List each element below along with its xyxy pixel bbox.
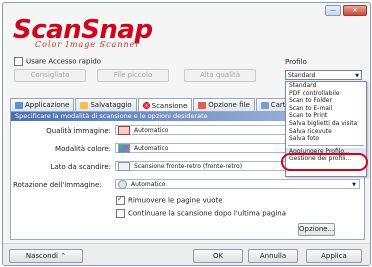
image-quality-label: Qualità immagine: <box>46 127 111 135</box>
ok-button[interactable]: OK <box>193 249 243 263</box>
continue-scan-label: Continuare la scansione dopo l'ultima pa… <box>128 209 287 218</box>
color-icon <box>118 144 130 153</box>
quick-access-label: Usare Accesso rapido <box>26 57 102 66</box>
scansnap-settings-window: — ✕ ScanSnap Color Image Scanner Usare A… <box>2 2 371 266</box>
recommended-button[interactable]: Consigliato <box>14 69 86 82</box>
checkbox-icon[interactable] <box>116 209 125 218</box>
rotate-icon <box>118 180 127 189</box>
profile-select[interactable]: Standard ▼ <box>285 70 362 80</box>
color-mode-label: Modalità colore: <box>55 145 111 153</box>
dropdown-item[interactable]: Scan to Folder <box>286 97 366 105</box>
dropdown-item[interactable]: Scan to E-mail <box>286 105 366 113</box>
window-controls: — ✕ <box>325 5 367 16</box>
profile-label: Profilo <box>285 58 307 66</box>
dropdown-item[interactable]: Salva ricevute <box>286 128 366 136</box>
quick-access-checkbox[interactable]: Usare Accesso rapido <box>14 57 101 66</box>
paper-icon <box>260 101 269 109</box>
tab-label: Opzione file <box>208 101 250 109</box>
tab-applicazione[interactable]: Applicazione <box>10 98 75 111</box>
tab-scansione[interactable]: Scansione <box>137 98 193 112</box>
application-icon <box>15 101 23 109</box>
image-quality-select[interactable]: Automatico <box>115 125 289 135</box>
settings-tabs: Applicazione Salvataggio Scansione Opzio… <box>10 98 296 112</box>
hide-button[interactable]: Nascondi ⌃ <box>9 249 83 263</box>
close-button[interactable]: ✕ <box>343 5 367 16</box>
dropdown-item[interactable]: Scan to Print <box>286 112 366 120</box>
options-button[interactable]: Opzione... <box>298 223 335 236</box>
tab-opzione-file[interactable]: Opzione file <box>193 98 255 111</box>
dropdown-separator <box>288 144 364 146</box>
color-mode-select[interactable]: Automatico <box>115 143 289 153</box>
scan-side-label: Lato da scandire: <box>50 163 111 171</box>
profile-select-value: Standard <box>288 72 316 79</box>
apply-button[interactable]: Applica <box>306 249 362 263</box>
logo-subtitle: Color Image Scanner <box>35 40 141 49</box>
chevron-down-icon: ▼ <box>352 182 356 188</box>
scansnap-logo: ScanSnap Color Image Scanner <box>13 17 153 49</box>
tab-salvataggio[interactable]: Salvataggio <box>75 98 137 111</box>
checkbox-checked-icon[interactable] <box>116 195 125 205</box>
pdf-file-icon <box>198 101 207 109</box>
image-quality-value: Automatico <box>134 127 169 134</box>
remove-blank-pages-label: Rimuovere le pagine vuote <box>128 196 223 205</box>
tab-label: Applicazione <box>25 101 70 109</box>
rotation-value: Automatico <box>131 181 166 188</box>
high-quality-button[interactable]: Alta qualità <box>184 69 256 82</box>
dropdown-item[interactable]: Salva biglietti da visita <box>286 120 366 128</box>
hide-label: Nascondi <box>25 252 59 260</box>
remove-blank-pages-checkbox[interactable]: Rimuovere le pagine vuote <box>116 195 223 205</box>
chevron-down-icon: ▼ <box>355 73 359 79</box>
tab-label: Scansione <box>151 101 188 110</box>
minimize-button[interactable]: — <box>325 5 341 16</box>
folder-icon <box>80 101 89 109</box>
highlight-annotation <box>281 153 368 171</box>
continue-scan-checkbox[interactable]: Continuare la scansione dopo l'ultima pa… <box>116 209 286 218</box>
scan-side-value: Scansione fronte-retro (fronte-retro) <box>134 163 243 170</box>
scan-side-select[interactable]: Scansione fronte-retro (fronte-retro) <box>115 161 289 171</box>
tab-label: Salvataggio <box>90 101 132 109</box>
bottom-bar: Nascondi ⌃ OK Annulla Applica <box>3 243 370 265</box>
cancel-button[interactable]: Annulla <box>248 249 298 263</box>
rotation-label: Rotazione dell'immagine: <box>13 181 102 189</box>
color-mode-value: Automatico <box>134 145 169 152</box>
duplex-icon <box>118 162 130 171</box>
checkbox-icon[interactable] <box>14 57 23 66</box>
dropdown-item[interactable]: Standard <box>286 82 366 90</box>
dropdown-item[interactable]: PDF controllabile <box>286 90 366 98</box>
dropdown-item[interactable]: Salva foto <box>286 135 366 143</box>
quality-icon <box>118 126 130 135</box>
small-file-button[interactable]: File piccolo <box>97 69 169 82</box>
rotation-select[interactable]: Automatico ▼ <box>115 179 360 189</box>
scan-target-icon <box>142 102 150 109</box>
chevron-up-icon: ⌃ <box>60 252 67 260</box>
